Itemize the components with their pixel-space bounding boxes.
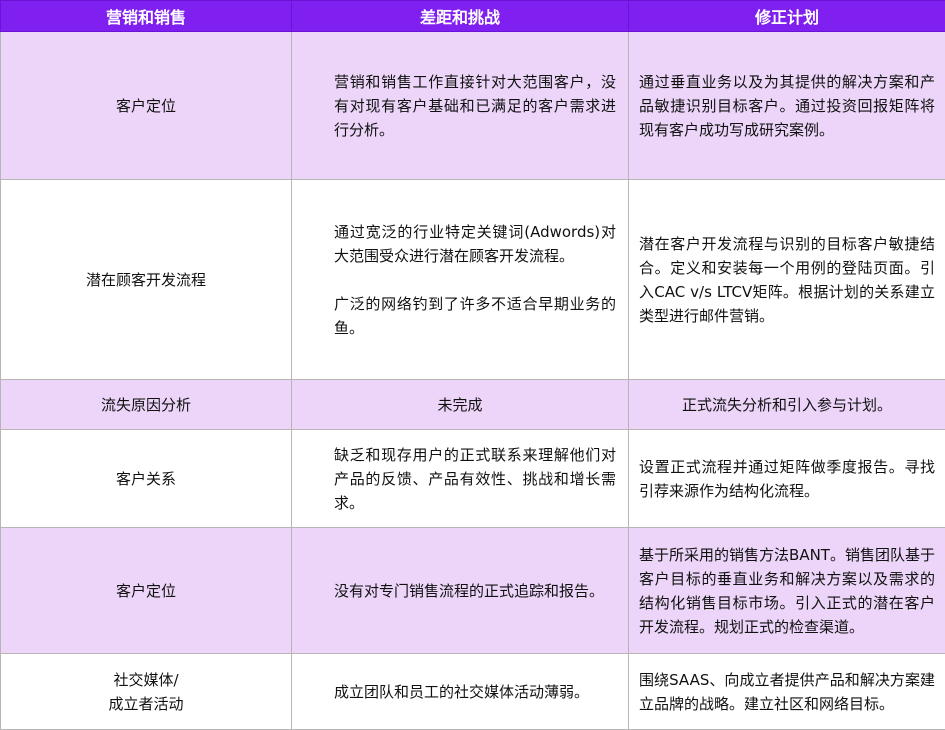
row-plan: 设置正式流程并通过矩阵做季度报告。寻找引荐来源作为结构化流程。 xyxy=(629,430,945,528)
row-topic: 客户关系 xyxy=(1,430,292,528)
header-correction-plan: 修正计划 xyxy=(629,1,945,32)
row-topic: 客户定位 xyxy=(1,528,292,654)
gap-text: 未完成 xyxy=(292,393,628,417)
row-gap: 营销和销售工作直接针对大范围客户，没有对现有客户基础和已满足的客户需求进行分析。 xyxy=(292,32,629,180)
table-row: 客户关系 缺乏和现存用户的正式联系来理解他们对产品的反馈、产品有效性、挑战和增长… xyxy=(1,430,945,528)
gap-text: 成立团队和员工的社交媒体活动薄弱。 xyxy=(334,680,616,704)
row-gap: 没有对专门销售流程的正式追踪和报告。 xyxy=(292,528,629,654)
row-plan: 围绕SAAS、向成立者提供产品和解决方案建立品牌的战略。建立社区和网络目标。 xyxy=(629,654,945,730)
row-plan: 基于所采用的销售方法BANT。销售团队基于客户目标的垂直业务和解决方案以及需求的… xyxy=(629,528,945,654)
table-row: 社交媒体/ 成立者活动 成立团队和员工的社交媒体活动薄弱。 围绕SAAS、向成立… xyxy=(1,654,945,730)
topic-line-2: 成立者活动 xyxy=(1,692,291,716)
strategy-table: 营销和销售 差距和挑战 修正计划 客户定位 营销和销售工作直接针对大范围客户，没… xyxy=(0,0,945,730)
header-row: 营销和销售 差距和挑战 修正计划 xyxy=(1,1,945,32)
gap-text: 营销和销售工作直接针对大范围客户，没有对现有客户基础和已满足的客户需求进行分析。 xyxy=(334,70,616,142)
row-gap: 通过宽泛的行业特定关键词(Adwords)对大范围受众进行潜在顾客开发流程。 广… xyxy=(292,180,629,380)
table-row: 客户定位 营销和销售工作直接针对大范围客户，没有对现有客户基础和已满足的客户需求… xyxy=(1,32,945,180)
header-marketing-sales: 营销和销售 xyxy=(1,1,292,32)
table-row: 客户定位 没有对专门销售流程的正式追踪和报告。 基于所采用的销售方法BANT。销… xyxy=(1,528,945,654)
row-gap: 成立团队和员工的社交媒体活动薄弱。 xyxy=(292,654,629,730)
gap-text: 没有对专门销售流程的正式追踪和报告。 xyxy=(334,579,616,603)
topic-line-1: 社交媒体/ xyxy=(1,668,291,692)
row-topic: 社交媒体/ 成立者活动 xyxy=(1,654,292,730)
header-gaps-challenges: 差距和挑战 xyxy=(292,1,629,32)
gap-text: 通过宽泛的行业特定关键词(Adwords)对大范围受众进行潜在顾客开发流程。 xyxy=(334,220,616,268)
row-plan: 潜在客户开发流程与识别的目标客户敏捷结合。定义和安装每一个用例的登陆页面。引入C… xyxy=(629,180,945,380)
row-topic: 潜在顾客开发流程 xyxy=(1,180,292,380)
row-plan: 正式流失分析和引入参与计划。 xyxy=(629,380,945,430)
table-row: 流失原因分析 未完成 正式流失分析和引入参与计划。 xyxy=(1,380,945,430)
row-topic: 流失原因分析 xyxy=(1,380,292,430)
row-plan: 通过垂直业务以及为其提供的解决方案和产品敏捷识别目标客户。通过投资回报矩阵将现有… xyxy=(629,32,945,180)
row-topic: 客户定位 xyxy=(1,32,292,180)
gap-text: 缺乏和现存用户的正式联系来理解他们对产品的反馈、产品有效性、挑战和增长需求。 xyxy=(334,443,616,515)
gap-text-2: 广泛的网络钓到了许多不适合早期业务的鱼。 xyxy=(334,292,616,340)
row-gap: 未完成 xyxy=(292,380,629,430)
table-row: 潜在顾客开发流程 通过宽泛的行业特定关键词(Adwords)对大范围受众进行潜在… xyxy=(1,180,945,380)
row-gap: 缺乏和现存用户的正式联系来理解他们对产品的反馈、产品有效性、挑战和增长需求。 xyxy=(292,430,629,528)
